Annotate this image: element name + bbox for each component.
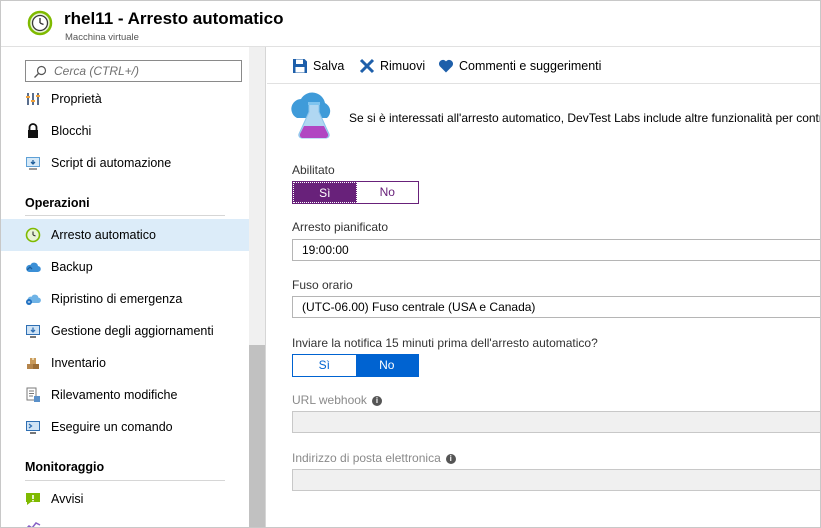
scheduled-shutdown-input[interactable]: 19:00:00 <box>292 239 820 261</box>
info-icon[interactable]: i <box>445 453 456 464</box>
blade-header: rhel11 - Arresto automatico Macchina vir… <box>1 1 820 47</box>
section-heading-monitoraggio: Monitoraggio <box>25 460 105 474</box>
sidebar-item-label: Script di automazione <box>51 156 172 170</box>
section-heading-operazioni: Operazioni <box>25 196 90 210</box>
devtest-labs-banner: Se si è interessati all'arresto automati… <box>289 92 821 142</box>
run-command-icon <box>26 421 40 434</box>
section-divider <box>25 480 225 481</box>
enabled-toggle: Sì No <box>292 181 419 204</box>
toolbar: Salva Rimuovi Commenti e suggerimenti <box>267 47 820 84</box>
enabled-no-option[interactable]: No <box>356 182 418 203</box>
automation-script-icon <box>26 157 40 170</box>
main-content: Salva Rimuovi Commenti e suggerimenti Se… <box>267 47 821 527</box>
webhook-label-text: URL webhook <box>292 393 367 407</box>
email-label: Indirizzo di posta elettronica i <box>292 451 456 465</box>
app-window: rhel11 - Arresto automatico Macchina vir… <box>0 0 821 528</box>
webhook-label: URL webhook i <box>292 393 382 407</box>
email-label-text: Indirizzo di posta elettronica <box>292 451 441 465</box>
page-subtitle: Macchina virtuale <box>65 32 139 43</box>
change-tracking-icon <box>26 387 40 402</box>
notify-label: Inviare la notifica 15 minuti prima dell… <box>292 336 598 350</box>
alert-icon <box>26 493 40 505</box>
properties-icon <box>26 93 40 105</box>
search-icon <box>34 65 47 78</box>
inventory-icon <box>27 358 39 369</box>
cloud-recovery-icon <box>26 294 41 305</box>
sidebar-item-proprieta[interactable]: Proprietà <box>1 83 249 115</box>
sidebar-item-ripristino-emergenza[interactable]: Ripristino di emergenza <box>1 283 249 315</box>
enabled-label: Abilitato <box>292 163 335 177</box>
sidebar-item-gestione-aggiornamenti[interactable]: Gestione degli aggiornamenti <box>1 315 249 347</box>
sidebar-item-label: Arresto automatico <box>51 228 156 242</box>
metrics-icon <box>26 522 41 527</box>
sidebar-item-eseguire-comando[interactable]: Eseguire un comando <box>1 411 249 443</box>
page-title: rhel11 - Arresto automatico <box>64 9 284 28</box>
sidebar-item-arresto-automatico[interactable]: Arresto automatico <box>1 219 249 251</box>
sidebar-item-label: Backup <box>51 260 93 274</box>
clock-icon <box>25 227 41 243</box>
save-label: Salva <box>313 59 345 73</box>
sidebar-item-backup[interactable]: Backup <box>1 251 249 283</box>
devtest-labs-icon <box>291 92 331 139</box>
search-input[interactable] <box>54 63 239 79</box>
scrollbar-thumb[interactable] <box>249 345 265 527</box>
sidebar-item-inventario[interactable]: Inventario <box>1 347 249 379</box>
discard-label: Rimuovi <box>380 59 426 73</box>
time-zone-label: Fuso orario <box>292 278 353 292</box>
scheduled-shutdown-label: Arresto pianificato <box>292 220 389 234</box>
sidebar-item-label: Proprietà <box>51 92 102 106</box>
sidebar-item-label: Rilevamento modifiche <box>51 388 178 402</box>
section-divider <box>25 215 225 216</box>
sidebar-item-script-automazione[interactable]: Script di automazione <box>1 147 249 179</box>
sidebar-item-label: Gestione degli aggiornamenti <box>51 324 214 338</box>
banner-text: Se si è interessati all'arresto automati… <box>349 111 821 125</box>
sidebar-item-avvisi[interactable]: Avvisi <box>1 483 249 515</box>
heart-icon <box>438 59 454 73</box>
sidebar-item-rilevamento-modifiche[interactable]: Rilevamento modifiche <box>1 379 249 411</box>
notify-no-option[interactable]: No <box>355 355 418 376</box>
notify-yes-option[interactable]: Sì <box>293 355 356 376</box>
sidebar-item-label: Blocchi <box>51 124 92 138</box>
cloud-backup-icon <box>26 262 41 273</box>
lock-icon <box>28 123 38 138</box>
enabled-yes-option[interactable]: Sì <box>293 182 357 203</box>
save-icon <box>293 59 307 73</box>
sidebar-item-label: Ripristino di emergenza <box>51 292 183 306</box>
close-icon <box>359 58 375 74</box>
sidebar-scrollbar[interactable] <box>249 47 265 527</box>
webhook-input <box>292 411 820 433</box>
time-zone-select[interactable]: (UTC-06.00) Fuso centrale (USA e Canada) <box>292 296 820 318</box>
feedback-label: Commenti e suggerimenti <box>459 59 602 73</box>
sidebar-item-label: Avvisi <box>51 492 84 506</box>
email-input <box>292 469 820 491</box>
update-management-icon <box>26 325 40 338</box>
search-box[interactable] <box>25 60 242 82</box>
info-icon[interactable]: i <box>371 395 382 406</box>
sidebar: « Proprietà Blocchi Script di automaz <box>1 47 266 527</box>
notify-toggle: Sì No <box>292 354 419 377</box>
clock-icon <box>27 10 53 36</box>
sidebar-item-blocchi[interactable]: Blocchi <box>1 115 249 147</box>
sidebar-item-label: Inventario <box>51 356 106 370</box>
sidebar-item-label: Eseguire un comando <box>51 420 173 434</box>
